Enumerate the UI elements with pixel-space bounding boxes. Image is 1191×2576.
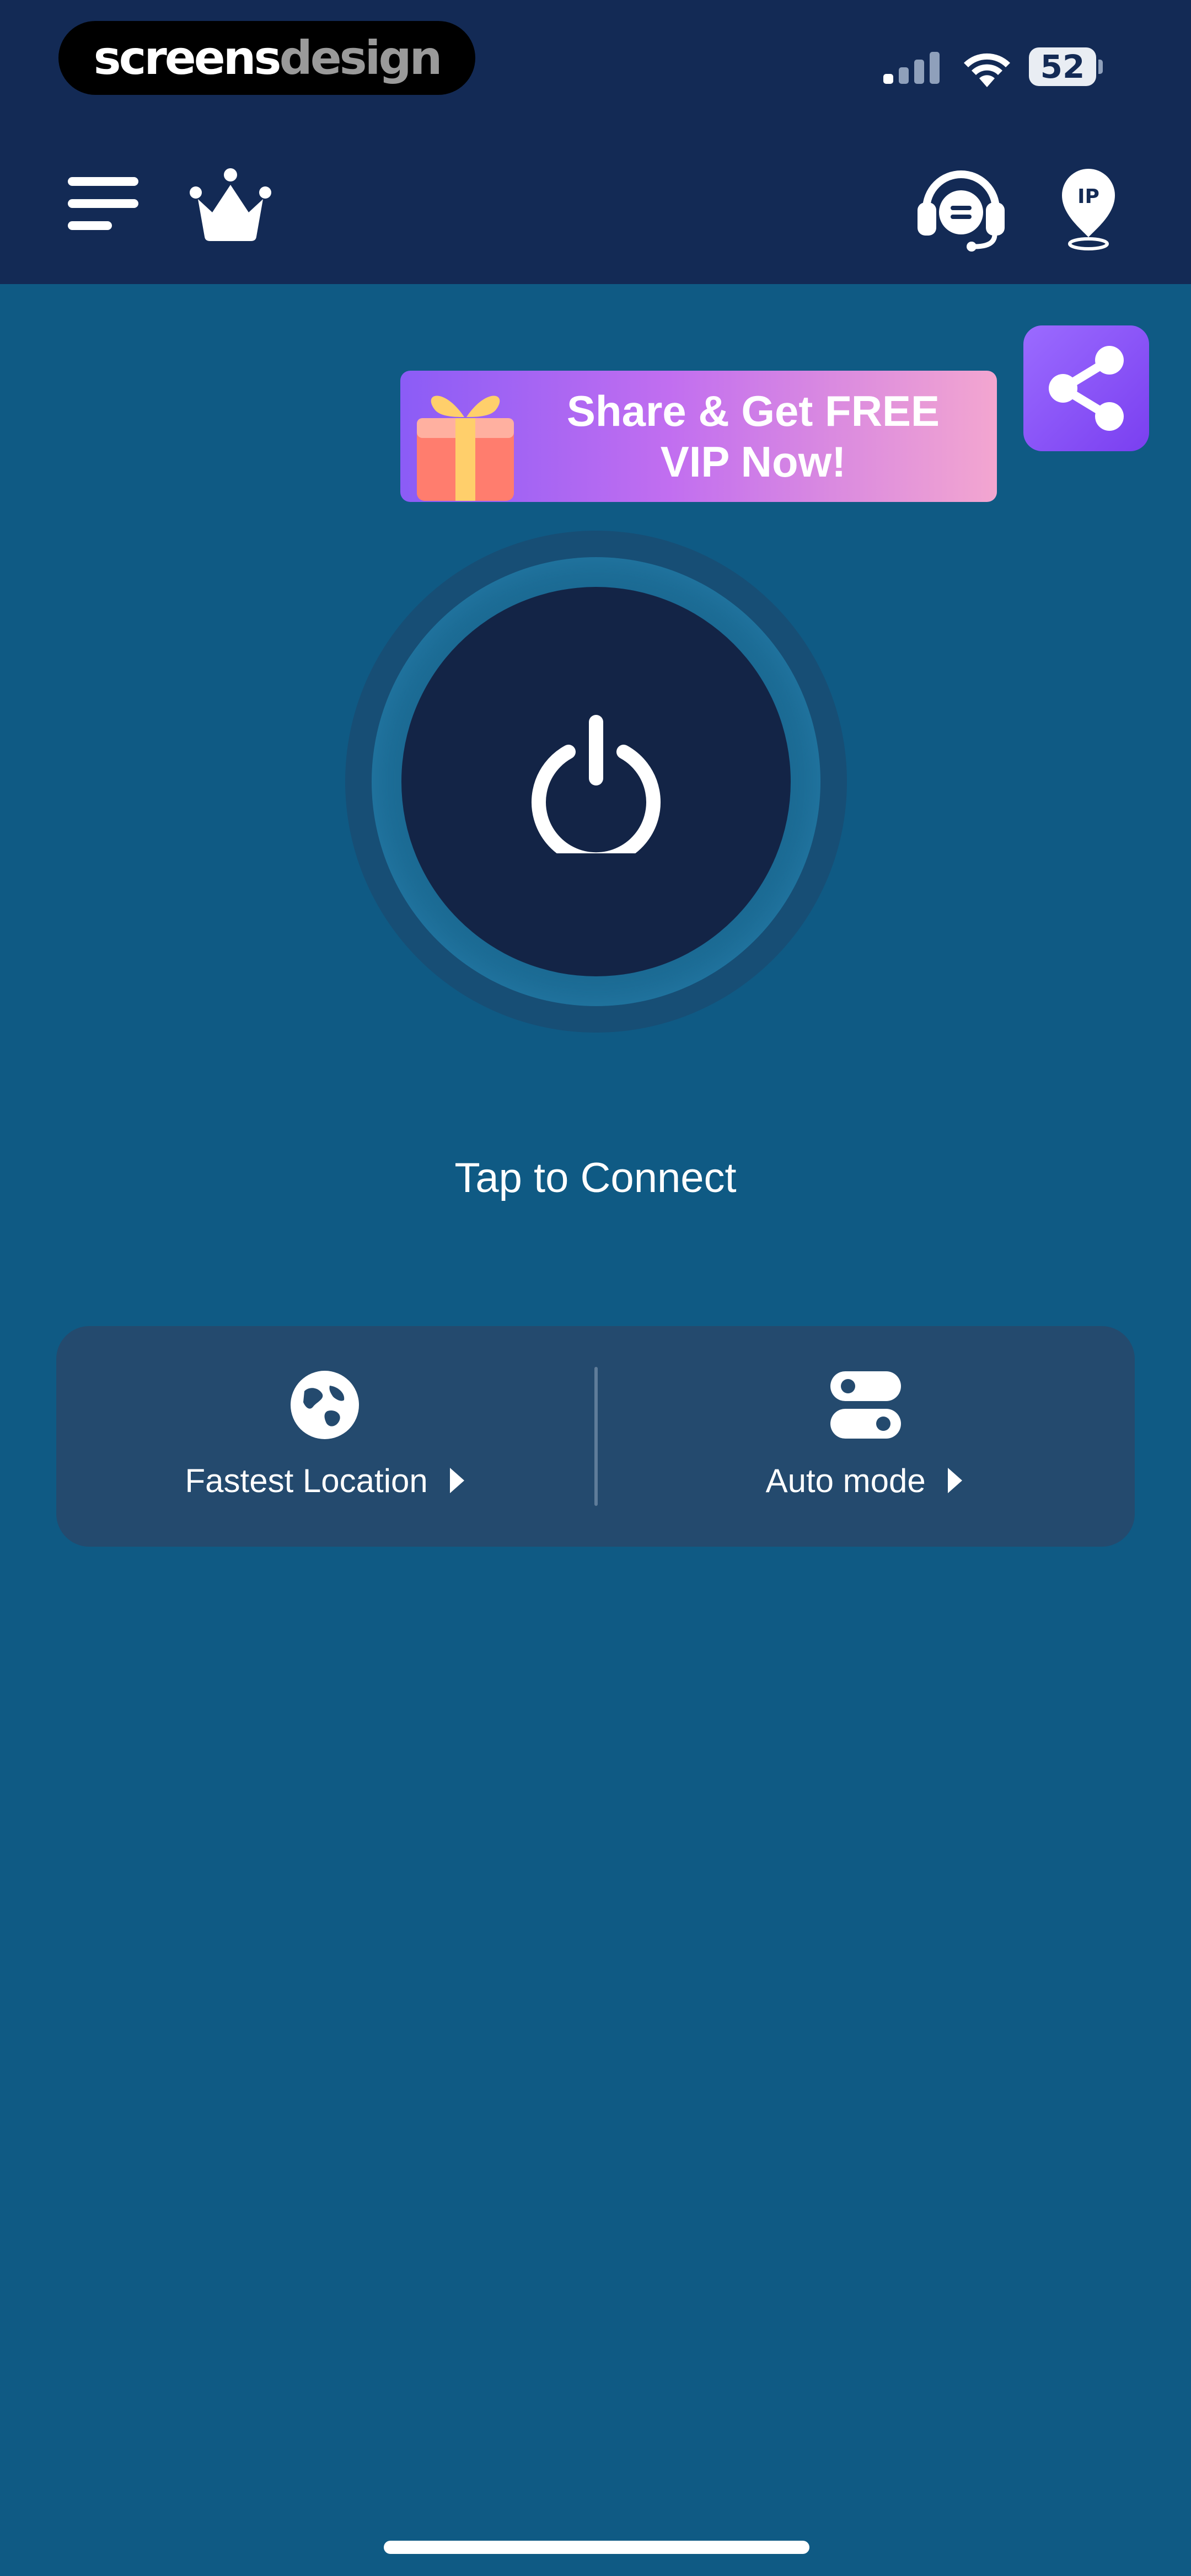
menu-button[interactable] — [62, 165, 144, 243]
promo-text: Share & Get FREE VIP Now! — [566, 387, 940, 486]
caret-right-icon — [948, 1468, 963, 1493]
toggle-icon — [830, 1371, 901, 1439]
watermark-part1: screens — [93, 31, 282, 85]
watermark-logo: screens design — [58, 21, 475, 95]
caret-right-icon — [450, 1468, 465, 1493]
share-icon — [1049, 346, 1124, 431]
menu-icon — [68, 177, 138, 230]
share-button[interactable] — [1023, 325, 1149, 451]
battery-indicator: 52 — [1029, 47, 1096, 86]
power-button[interactable] — [401, 587, 791, 976]
wifi-icon — [964, 53, 1010, 87]
home-indicator — [384, 2541, 809, 2554]
watermark-part2: design — [279, 31, 443, 85]
status-bar: 52 — [860, 39, 1191, 94]
promo-banner[interactable]: Share & Get FREE VIP Now! — [400, 371, 997, 502]
gift-icon — [417, 396, 514, 501]
headset-icon — [918, 170, 1005, 252]
auto-mode-label: Auto mode — [596, 1462, 1135, 1500]
ip-label: IP — [1077, 185, 1099, 208]
crown-icon — [190, 168, 271, 241]
support-button[interactable] — [913, 163, 1009, 253]
premium-button[interactable] — [186, 164, 275, 247]
auto-mode-option[interactable]: Auto mode — [596, 1326, 1135, 1547]
signal-icon — [883, 51, 944, 84]
connect-status-label: Tap to Connect — [454, 1155, 737, 1201]
globe-icon — [291, 1371, 359, 1439]
ip-check-button[interactable]: IP — [1050, 164, 1127, 253]
battery-tip — [1098, 60, 1103, 74]
fastest-location-label: Fastest Location — [56, 1462, 596, 1500]
fastest-location-option[interactable]: Fastest Location — [56, 1326, 596, 1547]
power-icon — [532, 715, 661, 853]
ip-location-icon: IP — [1062, 169, 1115, 250]
